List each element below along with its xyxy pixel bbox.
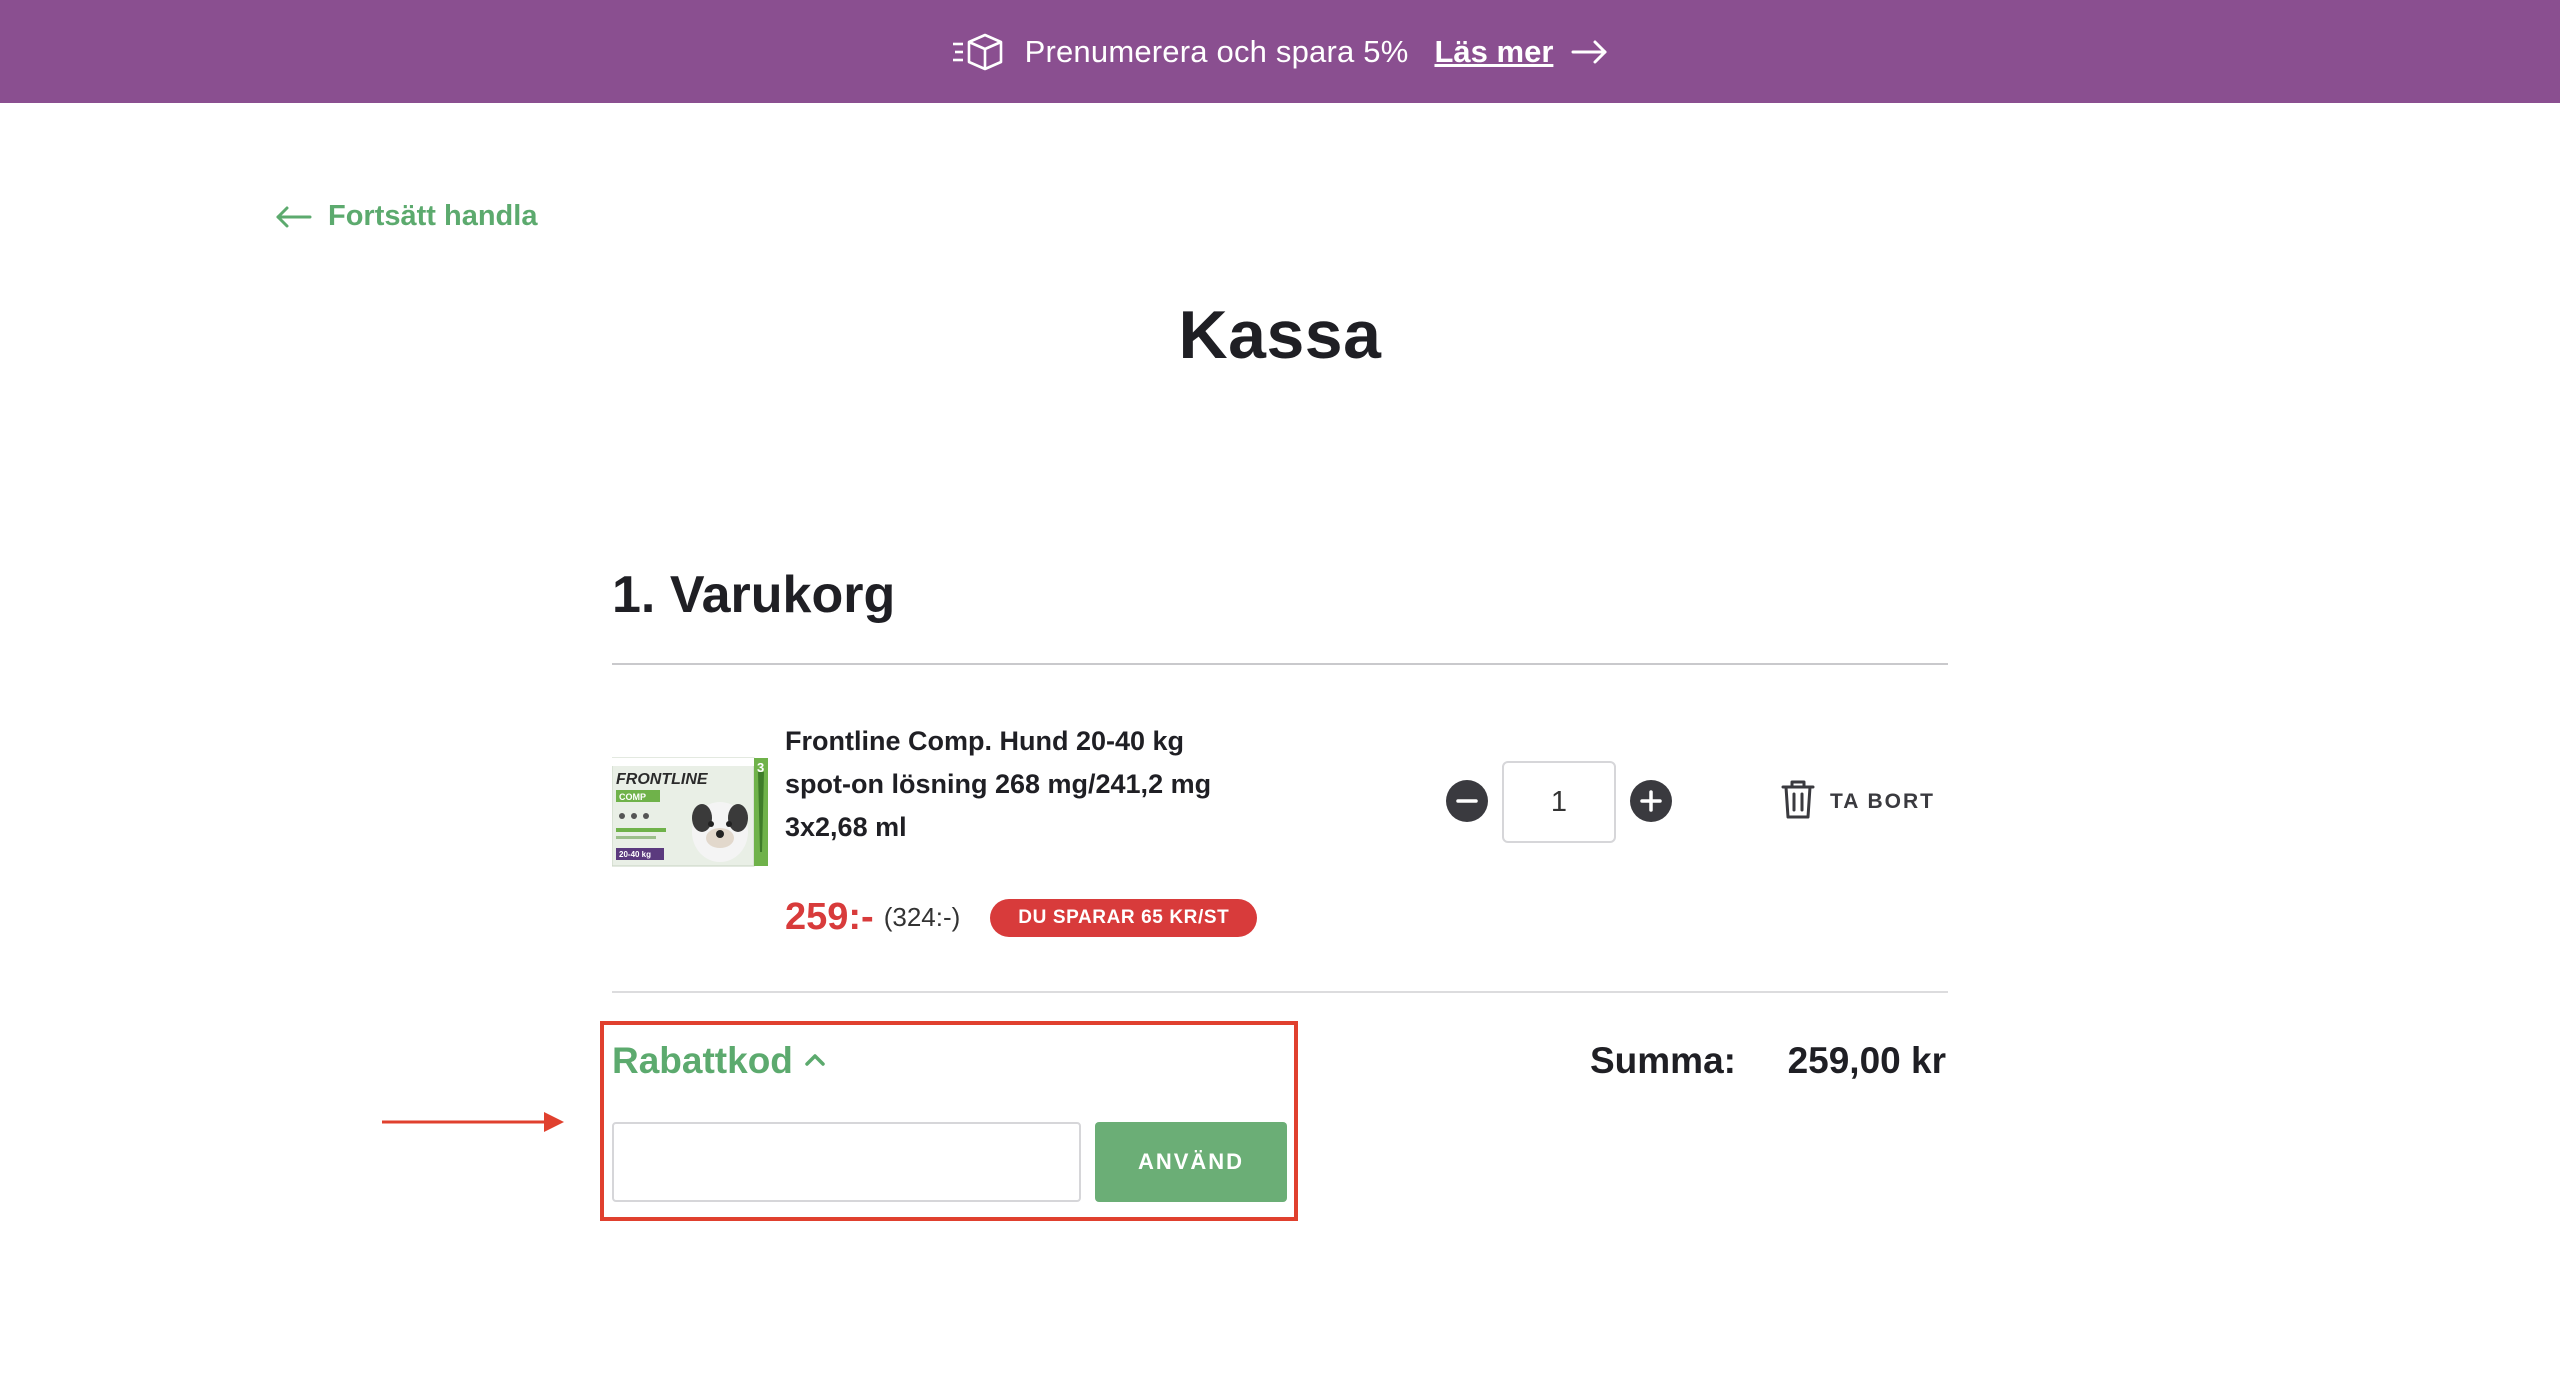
- product-image[interactable]: FRONTLINE COMP 20-40 kg 3: [611, 752, 772, 872]
- product-image-weight-text: 20-40 kg: [619, 850, 651, 859]
- plus-icon: [1640, 790, 1662, 812]
- discount-code-toggle[interactable]: Rabattkod: [612, 1040, 827, 1082]
- divider: [612, 663, 1948, 665]
- read-more-link[interactable]: Läs mer: [1434, 34, 1553, 70]
- discount-code-input[interactable]: [612, 1122, 1081, 1202]
- product-image-count-text: 3: [757, 760, 764, 775]
- remove-item-button[interactable]: TA BORT: [1780, 778, 1935, 825]
- continue-shopping-link[interactable]: Fortsätt handla: [274, 200, 537, 233]
- continue-shopping-label: Fortsätt handla: [328, 200, 538, 232]
- total-label: Summa:: [1590, 1040, 1736, 1081]
- quantity-input[interactable]: [1502, 761, 1616, 843]
- total-value: 259,00 kr: [1787, 1040, 1946, 1081]
- order-total: Summa: 259,00 kr: [1590, 1040, 1946, 1082]
- current-price: 259:-: [785, 896, 874, 938]
- product-image-brand-text: FRONTLINE: [616, 771, 709, 788]
- page-title: Kassa: [1178, 297, 1382, 373]
- minus-icon: [1456, 799, 1478, 803]
- promo-bar: Prenumerera och spara 5% Läs mer: [0, 0, 2560, 103]
- product-name[interactable]: Frontline Comp. Hund 20-40 kg spot-on lö…: [785, 720, 1255, 849]
- original-price: (324:-): [883, 902, 961, 932]
- promo-text: Prenumerera och spara 5%: [1024, 33, 1409, 69]
- chevron-up-icon: [803, 1050, 827, 1073]
- arrow-right-icon[interactable]: [1571, 37, 1609, 67]
- discount-code-label: Rabattkod: [612, 1040, 793, 1081]
- decrease-quantity-button[interactable]: [1446, 780, 1488, 822]
- arrow-left-icon: [274, 202, 314, 232]
- divider: [612, 991, 1948, 993]
- savings-badge: DU SPARAR 65 KR/ST: [990, 898, 1258, 937]
- increase-quantity-button[interactable]: [1630, 780, 1672, 822]
- trash-icon: [1780, 778, 1816, 825]
- annotation-arrow-icon: [380, 1110, 566, 1134]
- remove-item-label: TA BORT: [1830, 789, 1935, 813]
- cart-section-title: 1. Varukorg: [612, 566, 896, 624]
- price-row: 259:- (324:-) DU SPARAR 65 KR/ST: [785, 896, 1258, 939]
- apply-discount-button[interactable]: ANVÄND: [1095, 1122, 1287, 1202]
- subscription-box-icon: [951, 32, 1007, 72]
- svg-text:COMP: COMP: [619, 792, 646, 802]
